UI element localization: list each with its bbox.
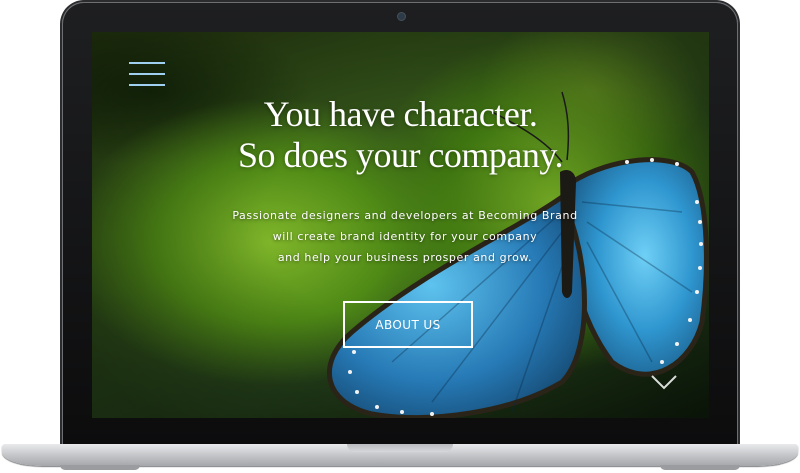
description-line-1: Passionate designers and developers at B… (232, 209, 578, 222)
headline-line-2: So does your company. (237, 135, 564, 175)
hero-description: Passionate designers and developers at B… (92, 205, 709, 268)
about-us-button[interactable]: ABOUT US (343, 301, 473, 348)
laptop-foot-left (60, 465, 140, 470)
laptop-foot-right (660, 465, 740, 470)
laptop-notch (347, 444, 453, 452)
description-line-2: will create brand identity for your comp… (272, 230, 538, 243)
webcam (397, 12, 406, 21)
description-line-3: and help your business prosper and grow. (277, 251, 533, 264)
hero-screen: You have character. So does your company… (92, 32, 709, 418)
chevron-down-icon[interactable] (650, 372, 678, 392)
hero-headline: You have character. So does your company… (92, 94, 709, 176)
hamburger-menu-icon[interactable] (129, 62, 165, 90)
headline-line-1: You have character. (263, 94, 538, 134)
